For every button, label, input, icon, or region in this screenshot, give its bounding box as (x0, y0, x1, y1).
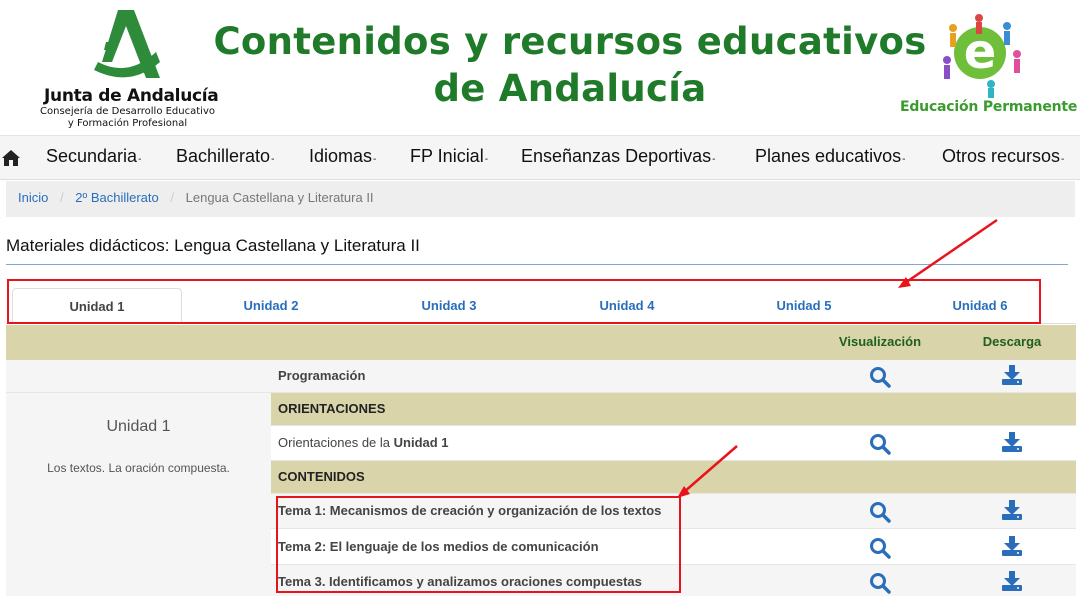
junta-emblem-icon (94, 10, 160, 78)
download-icon[interactable] (1001, 570, 1023, 592)
unit-summary-cell: Unidad 1 Los textos. La oración compuest… (6, 393, 271, 596)
download-icon[interactable] (1001, 364, 1023, 386)
nav-item-ensenanzas-deportivas[interactable]: Enseñanzas Deportivas- (521, 146, 715, 167)
breadcrumb-separator: / (59, 190, 64, 205)
ep-people-icon: e (943, 14, 1021, 98)
section-row-contenidos: CONTENIDOS (271, 461, 1076, 494)
org-sub-line-2: y Formación Profesional (67, 118, 188, 129)
org-subtitle: Consejería de Desarrollo Educativo y For… (40, 106, 215, 130)
org-name: Junta de Andalucía (44, 86, 219, 106)
site-title-line-2: de Andalucía (433, 67, 707, 110)
breadcrumb: Inicio / 2º Bachillerato / Lengua Castel… (6, 181, 1075, 217)
left-empty-cell (6, 360, 271, 393)
breadcrumb-inicio[interactable]: Inicio (18, 190, 48, 205)
orientaciones-unit: Unidad 1 (393, 435, 449, 450)
row-label-orientaciones: Orientaciones de la Unidad 1 (278, 435, 449, 450)
column-header-view: Visualización (838, 334, 922, 349)
section-label: ORIENTACIONES (278, 401, 386, 416)
nav-item-otros-recursos[interactable]: Otros recursos- (942, 146, 1064, 167)
nav-item-planes-educativos[interactable]: Planes educativos- (755, 146, 905, 167)
ep-text: Educación Permanente (900, 99, 1078, 115)
junta-andalucia-logo[interactable]: Junta de Andalucía Consejería de Desarro… (40, 6, 219, 131)
site-title-line-1: Contenidos y recursos educativos (213, 20, 927, 63)
breadcrumb-separator: / (170, 190, 175, 205)
download-icon[interactable] (1001, 499, 1023, 521)
breadcrumb-2-bachillerato[interactable]: 2º Bachillerato (75, 190, 159, 205)
nav-item-idiomas[interactable]: Idiomas- (309, 146, 376, 167)
arrow-line-tabs (904, 218, 998, 285)
download-icon[interactable] (1001, 535, 1023, 557)
annotation-box-temas (276, 496, 681, 593)
search-icon[interactable] (869, 537, 891, 559)
table-row: Programación (271, 360, 1076, 393)
main-nav: Secundaria- Bachillerato- Idiomas- FP In… (0, 135, 1080, 180)
nav-label: Otros recursos (942, 146, 1061, 166)
column-header-download: Descarga (982, 334, 1042, 349)
nav-label: FP Inicial (410, 146, 484, 166)
caret-icon: - (271, 154, 275, 165)
unit-description: Los textos. La oración compuesta. (47, 461, 230, 475)
nav-item-bachillerato[interactable]: Bachillerato- (176, 146, 274, 167)
breadcrumb-current: Lengua Castellana y Literatura II (185, 190, 374, 205)
download-icon[interactable] (1001, 431, 1023, 453)
table-row: Orientaciones de la Unidad 1 (271, 426, 1076, 461)
home-icon[interactable] (1, 149, 21, 167)
orientaciones-prefix: Orientaciones de la (278, 435, 391, 450)
search-icon[interactable] (869, 501, 891, 523)
site-header: Junta de Andalucía Consejería de Desarro… (0, 0, 1080, 135)
caret-icon: - (902, 154, 906, 165)
nav-item-fp-inicial[interactable]: FP Inicial- (410, 146, 488, 167)
caret-icon: - (712, 154, 716, 165)
caret-icon: - (138, 154, 142, 165)
search-icon[interactable] (869, 366, 891, 388)
table-header: Visualización Descarga (6, 325, 1076, 360)
search-icon[interactable] (869, 572, 891, 594)
row-label-programacion: Programación (278, 368, 366, 383)
caret-icon: - (373, 154, 377, 165)
site-title[interactable]: Contenidos y recursos educativos de Anda… (200, 18, 940, 112)
section-label: CONTENIDOS (278, 469, 365, 484)
nav-label: Enseñanzas Deportivas (521, 146, 712, 166)
nav-label: Bachillerato (176, 146, 271, 166)
page-title: Materiales didácticos: Lengua Castellana… (6, 236, 420, 255)
nav-label: Planes educativos (755, 146, 902, 166)
unit-title: Unidad 1 (106, 418, 171, 435)
heading-divider (6, 264, 1068, 265)
nav-item-secundaria[interactable]: Secundaria- (46, 146, 141, 167)
search-icon[interactable] (869, 433, 891, 455)
annotation-box-tabs (7, 279, 1041, 324)
section-row-orientaciones: ORIENTACIONES (271, 393, 1076, 426)
org-sub-line-1: Consejería de Desarrollo Educativo (40, 106, 215, 117)
nav-label: Secundaria (46, 146, 138, 166)
caret-icon: - (484, 154, 489, 165)
caret-icon: - (1061, 154, 1065, 165)
nav-label: Idiomas (309, 146, 373, 166)
